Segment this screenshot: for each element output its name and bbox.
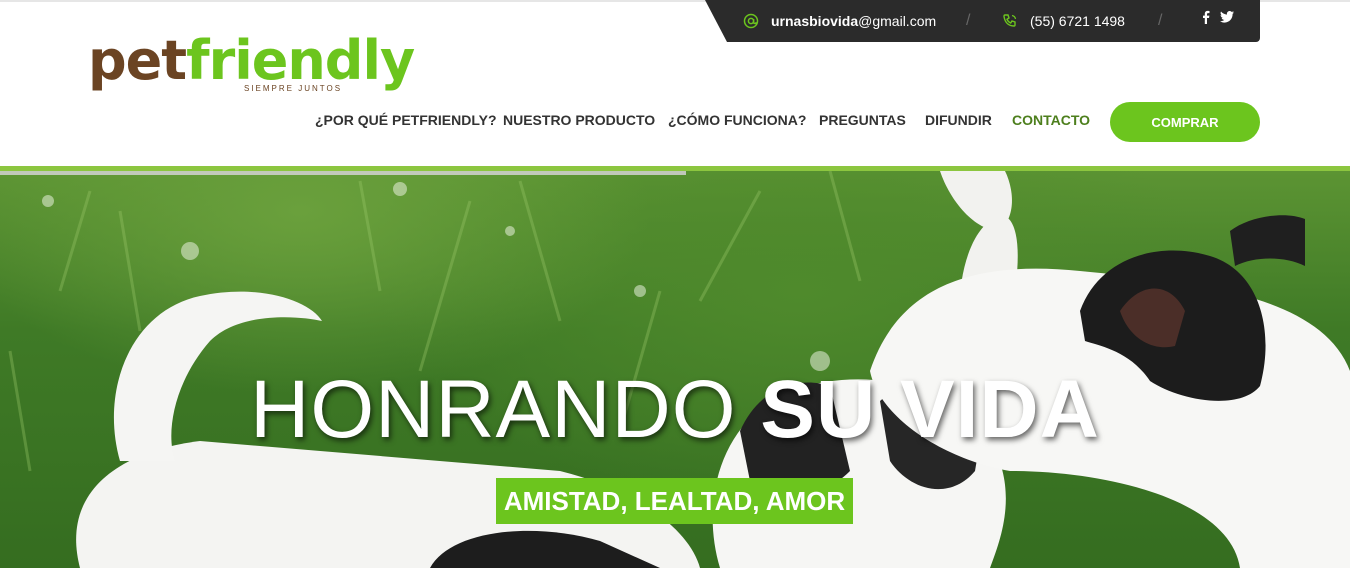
slider-progress xyxy=(0,171,686,175)
at-sign-icon xyxy=(743,13,759,29)
email-link[interactable]: urnasbiovida @gmail.com xyxy=(743,12,936,30)
twitter-icon[interactable] xyxy=(1220,10,1234,27)
nav-item-preguntas[interactable]: PREGUNTAS xyxy=(819,112,906,128)
logo[interactable]: petfriendly SIEMPRE JUNTOS xyxy=(88,28,415,100)
separator: / xyxy=(1158,12,1163,29)
phone-link[interactable]: (55) 6721 1498 xyxy=(1002,12,1125,30)
social-links xyxy=(1202,10,1234,27)
email-domain: @gmail.com xyxy=(858,13,937,29)
logo-word-pet: pet xyxy=(88,29,187,92)
hero-tagline: AMISTAD, LEALTAD, AMOR xyxy=(496,478,853,524)
separator: / xyxy=(966,12,971,29)
buy-button[interactable]: COMPRAR xyxy=(1110,102,1260,142)
phone-number: (55) 6721 1498 xyxy=(1030,13,1125,29)
nav-item-nuestro-producto[interactable]: NUESTRO PRODUCTO xyxy=(503,112,655,128)
hero-banner: HONRANDO SU VIDA AMISTAD, LEALTAD, AMOR xyxy=(0,171,1350,568)
logo-tagline: SIEMPRE JUNTOS xyxy=(244,84,343,93)
nav-item-por-que[interactable]: ¿POR QUÉ PETFRIENDLY? xyxy=(315,112,497,128)
nav-item-como-funciona[interactable]: ¿CÓMO FUNCIONA? xyxy=(668,112,806,128)
email-user: urnasbiovida xyxy=(771,13,859,29)
contact-bar: urnasbiovida @gmail.com / (55) 6721 1498 … xyxy=(705,0,1260,42)
site-header: petfriendly SIEMPRE JUNTOS urnasbiovida @… xyxy=(0,0,1350,166)
hero-headline: HONRANDO SU VIDA xyxy=(0,364,1350,456)
phone-icon xyxy=(1002,13,1018,29)
headline-light: HONRANDO xyxy=(250,364,761,455)
nav-item-contacto[interactable]: CONTACTO xyxy=(1012,112,1090,128)
logo-word-friendly: friendly xyxy=(186,29,415,92)
headline-bold: SU VIDA xyxy=(760,364,1100,455)
nav-item-difundir[interactable]: DIFUNDIR xyxy=(925,112,992,128)
facebook-icon[interactable] xyxy=(1202,10,1210,27)
